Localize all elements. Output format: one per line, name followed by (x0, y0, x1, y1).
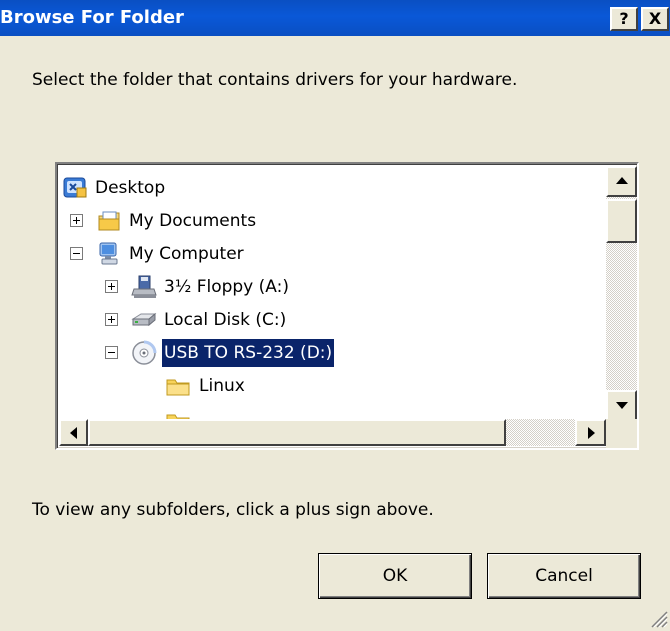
tree-item-usb-drive[interactable]: USB TO RS-232 (D:) (57, 338, 597, 368)
desktop-icon (63, 177, 87, 198)
tree-item-label: Desktop (95, 178, 166, 198)
expand-toggle[interactable] (70, 214, 83, 227)
hard-disk-icon (131, 312, 157, 327)
tree-item-label: 3½ Floppy (A:) (164, 277, 289, 297)
scroll-thumb[interactable] (606, 199, 637, 243)
tree-item-local-disk[interactable]: Local Disk (C:) (57, 305, 597, 335)
tree-item-floppy[interactable]: 3½ Floppy (A:) (57, 272, 597, 302)
arrow-right-icon (588, 427, 595, 439)
scroll-up-button[interactable] (606, 166, 637, 197)
arrow-down-icon (616, 402, 628, 409)
instruction-text: Select the folder that contains drivers … (32, 70, 518, 90)
scroll-down-button[interactable] (606, 390, 637, 421)
my-computer-icon (99, 242, 118, 265)
tree-item-label: My Documents (129, 211, 257, 231)
folder-icon (166, 379, 190, 396)
horizontal-scrollbar[interactable] (59, 419, 606, 446)
cancel-button[interactable]: Cancel (487, 553, 641, 599)
scroll-left-button[interactable] (59, 419, 88, 446)
ok-button[interactable]: OK (318, 553, 472, 599)
close-button[interactable]: X (641, 7, 669, 31)
collapse-toggle[interactable] (70, 247, 83, 260)
tree-item-my-computer[interactable]: My Computer (57, 239, 597, 269)
expand-toggle[interactable] (105, 313, 118, 326)
tree-item-desktop[interactable]: Desktop (57, 173, 597, 203)
tree-item-label: Local Disk (C:) (164, 310, 287, 330)
my-documents-icon (98, 211, 120, 231)
resize-grip-icon[interactable] (648, 608, 668, 628)
expand-toggle[interactable] (105, 280, 118, 293)
scroll-thumb[interactable] (88, 419, 506, 446)
scroll-corner (606, 419, 637, 448)
tree-item-label: USB TO RS-232 (D:) (162, 339, 335, 367)
tree-item-my-documents[interactable]: My Documents (57, 206, 597, 236)
tree-item-label: Linux (199, 376, 245, 396)
floppy-drive-icon (131, 275, 157, 298)
tree-item-linux[interactable]: Linux (57, 371, 597, 401)
collapse-toggle[interactable] (105, 346, 118, 359)
hint-text: To view any subfolders, click a plus sig… (32, 500, 434, 520)
window-title: Browse For Folder (0, 7, 184, 28)
arrow-left-icon (70, 427, 77, 439)
tree-item-label: My Computer (129, 244, 244, 264)
arrow-up-icon (616, 177, 628, 184)
scroll-right-button[interactable] (575, 419, 606, 446)
help-button[interactable]: ? (610, 7, 638, 31)
title-bar[interactable]: Browse For Folder ? X (0, 0, 670, 36)
folder-tree[interactable]: Desktop My Documents My Computer 3½ Flop… (55, 162, 639, 450)
vertical-scrollbar[interactable] (606, 166, 637, 424)
cd-drive-icon (132, 340, 157, 365)
